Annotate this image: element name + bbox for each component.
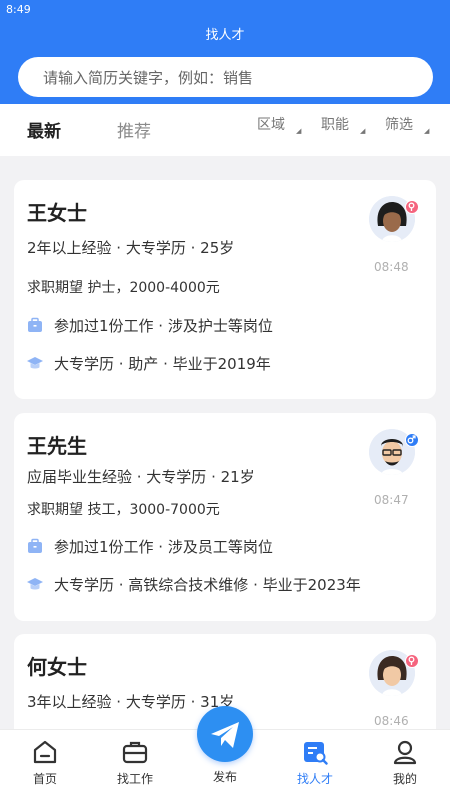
- job-expectation: 求职期望 护士，2000-4000元: [27, 280, 220, 296]
- tab-bar: 最新 推荐 区域 ◢ 职能 ◢ 筛选 ◢: [0, 104, 450, 156]
- header: 8:49 找人才 请输入简历关键字，例如：销售: [0, 0, 450, 104]
- filter-screen[interactable]: 筛选: [385, 114, 413, 134]
- candidate-name: 王女士: [27, 201, 87, 225]
- talent-search-icon: [304, 742, 328, 765]
- home-icon: [33, 740, 57, 764]
- filter-function[interactable]: 职能: [321, 114, 349, 134]
- nav-talent[interactable]: 找人才: [270, 738, 360, 787]
- briefcase-icon: [28, 538, 42, 553]
- nav-mine-label: 我的: [392, 772, 417, 786]
- page-title: 找人才: [205, 28, 245, 43]
- nav-talent-label: 找人才: [296, 772, 333, 786]
- nav-home-label: 首页: [32, 772, 57, 786]
- work-experience: 参加过1份工作 · 涉及护士等岗位: [54, 317, 273, 335]
- user-icon: [393, 740, 417, 765]
- nav-jobs[interactable]: 找工作: [90, 738, 180, 787]
- publish-label: 发布: [212, 770, 237, 784]
- graduation-cap-icon: [27, 578, 43, 590]
- candidate-summary: 2年以上经验 · 大专学历 · 25岁: [27, 239, 235, 257]
- female-icon: [405, 654, 419, 668]
- candidate-name: 何女士: [27, 655, 87, 679]
- nav-home[interactable]: 首页: [0, 738, 90, 787]
- candidate-card[interactable]: 王先生 应届毕业生经验 · 大专学历 · 21岁 求职期望 技工，3000-70…: [14, 413, 436, 621]
- nav-jobs-label: 找工作: [116, 772, 153, 786]
- update-time: 08:47: [374, 493, 409, 507]
- education-info: 大专学历 · 助产 · 毕业于2019年: [54, 355, 271, 373]
- paper-plane-icon: [211, 722, 239, 748]
- triangle-down-icon: ◢: [360, 127, 366, 135]
- female-icon: [405, 200, 419, 214]
- search-placeholder: 请输入简历关键字，例如：销售: [43, 69, 254, 87]
- job-expectation: 求职期望 技工，3000-7000元: [27, 502, 220, 518]
- status-time: 8:49: [6, 3, 31, 16]
- update-time: 08:46: [374, 714, 409, 728]
- education-info: 大专学历 · 高铁综合技术维修 · 毕业于2023年: [54, 576, 361, 594]
- tab-latest[interactable]: 最新: [27, 117, 61, 142]
- work-experience: 参加过1份工作 · 涉及员工等岗位: [54, 538, 273, 556]
- publish-button[interactable]: [197, 706, 253, 762]
- candidate-card[interactable]: 王女士 2年以上经验 · 大专学历 · 25岁 求职期望 护士，2000-400…: [14, 180, 436, 399]
- triangle-down-icon: ◢: [296, 127, 302, 135]
- update-time: 08:48: [374, 260, 409, 274]
- graduation-cap-icon: [27, 357, 43, 369]
- nav-mine[interactable]: 我的: [360, 738, 450, 787]
- tab-recommend[interactable]: 推荐: [117, 117, 151, 142]
- candidate-name: 王先生: [27, 434, 87, 458]
- triangle-down-icon: ◢: [424, 127, 430, 135]
- briefcase-icon: [28, 317, 42, 332]
- filter-region[interactable]: 区域: [257, 114, 285, 134]
- male-icon: [405, 433, 419, 447]
- candidate-summary: 应届毕业生经验 · 大专学历 · 21岁: [27, 468, 255, 486]
- search-input[interactable]: 请输入简历关键字，例如：销售: [18, 57, 433, 97]
- briefcase-icon: [122, 741, 148, 764]
